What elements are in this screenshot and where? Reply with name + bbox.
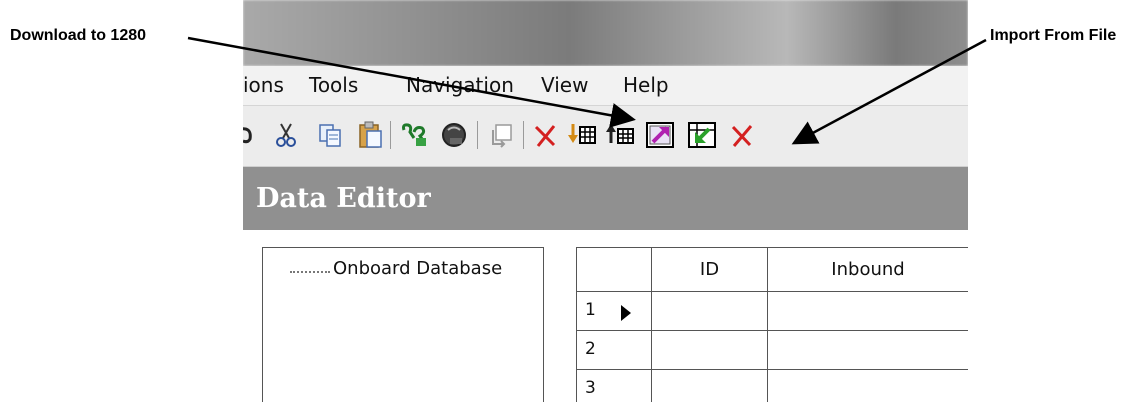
- menu-help[interactable]: Help: [623, 73, 669, 97]
- connect-icon[interactable]: [399, 120, 429, 150]
- tree-item-onboard-database[interactable]: Onboard Database: [333, 258, 502, 279]
- download-icon[interactable]: [567, 120, 597, 150]
- menu-view[interactable]: View: [541, 73, 588, 97]
- paste-icon[interactable]: [355, 120, 385, 150]
- import-from-file-icon[interactable]: [687, 120, 717, 150]
- download-callout-label: Download to 1280: [10, 27, 147, 44]
- clear-icon[interactable]: [727, 120, 757, 150]
- row-number: 2: [585, 339, 596, 359]
- table-row[interactable]: 2: [577, 331, 968, 370]
- column-header-id[interactable]: ID: [652, 248, 767, 291]
- menu-navigation[interactable]: Navigation: [406, 73, 514, 97]
- export-icon[interactable]: [486, 120, 516, 150]
- cut-icon[interactable]: [271, 120, 301, 150]
- column-divider: [767, 248, 768, 402]
- toolbar: [243, 106, 968, 167]
- toolbar-separator: [477, 121, 478, 149]
- menu-tools[interactable]: Tools: [309, 73, 358, 97]
- disconnect-icon[interactable]: [439, 120, 469, 150]
- database-tree-panel: Onboard Database: [262, 247, 544, 402]
- copy-icon[interactable]: [315, 120, 345, 150]
- table-row[interactable]: 1: [577, 292, 968, 331]
- table-row[interactable]: 3: [577, 370, 968, 402]
- menu-bar: ions Tools Navigation View Help: [243, 66, 968, 106]
- import-callout-label: Import From File: [990, 27, 1117, 44]
- export-to-file-icon[interactable]: [645, 120, 675, 150]
- upload-icon[interactable]: [605, 120, 635, 150]
- data-editor-header: Data Editor: [243, 167, 968, 230]
- row-number: 1: [585, 300, 596, 320]
- toolbar-separator: [390, 121, 391, 149]
- row-number: 3: [585, 378, 596, 398]
- column-divider: [651, 248, 652, 402]
- page-title: Data Editor: [256, 183, 431, 214]
- editor-content: Onboard Database ID Inbound 1 2 3: [243, 230, 968, 402]
- application-window: ions Tools Navigation View Help Data Edi…: [243, 0, 968, 402]
- column-header-inbound[interactable]: Inbound: [768, 248, 968, 291]
- toolbar-separator: [523, 121, 524, 149]
- title-bar: [243, 0, 968, 66]
- menu-options[interactable]: ions: [243, 73, 284, 97]
- tree-connector: [290, 271, 330, 273]
- column-header-row-selector: [577, 248, 651, 291]
- data-grid: ID Inbound 1 2 3: [576, 247, 968, 402]
- current-row-indicator-icon: [621, 305, 631, 321]
- grid-header-row: ID Inbound: [577, 248, 968, 292]
- undo-icon[interactable]: [243, 120, 261, 150]
- delete-icon[interactable]: [531, 120, 561, 150]
